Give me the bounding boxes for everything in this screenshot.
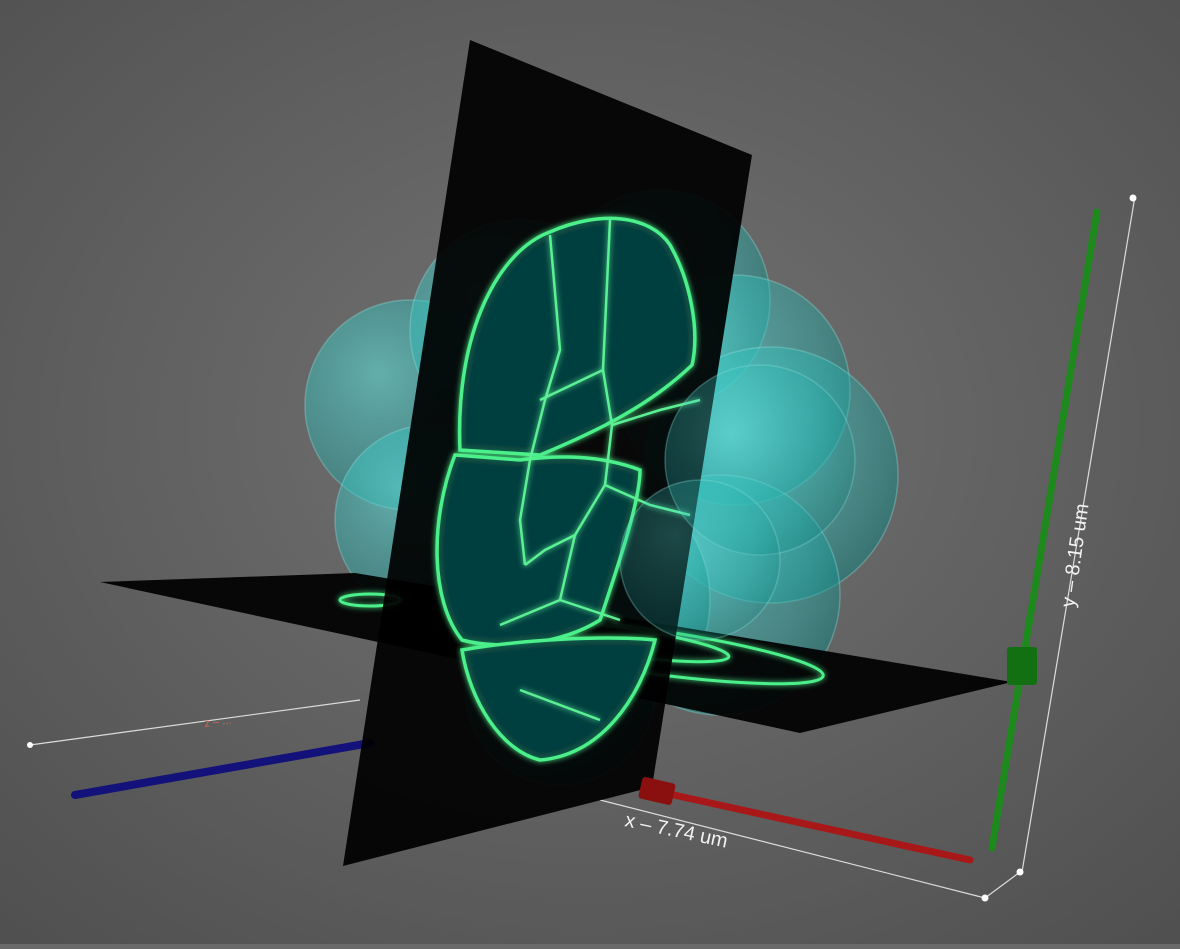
y-axis-handle[interactable] xyxy=(1007,647,1037,685)
scene-canvas[interactable]: z – ... x – 7.74 um y – 8.15 um xyxy=(0,0,1180,944)
3d-viewport[interactable]: z – ... x – 7.74 um y – 8.15 um xyxy=(0,0,1180,944)
